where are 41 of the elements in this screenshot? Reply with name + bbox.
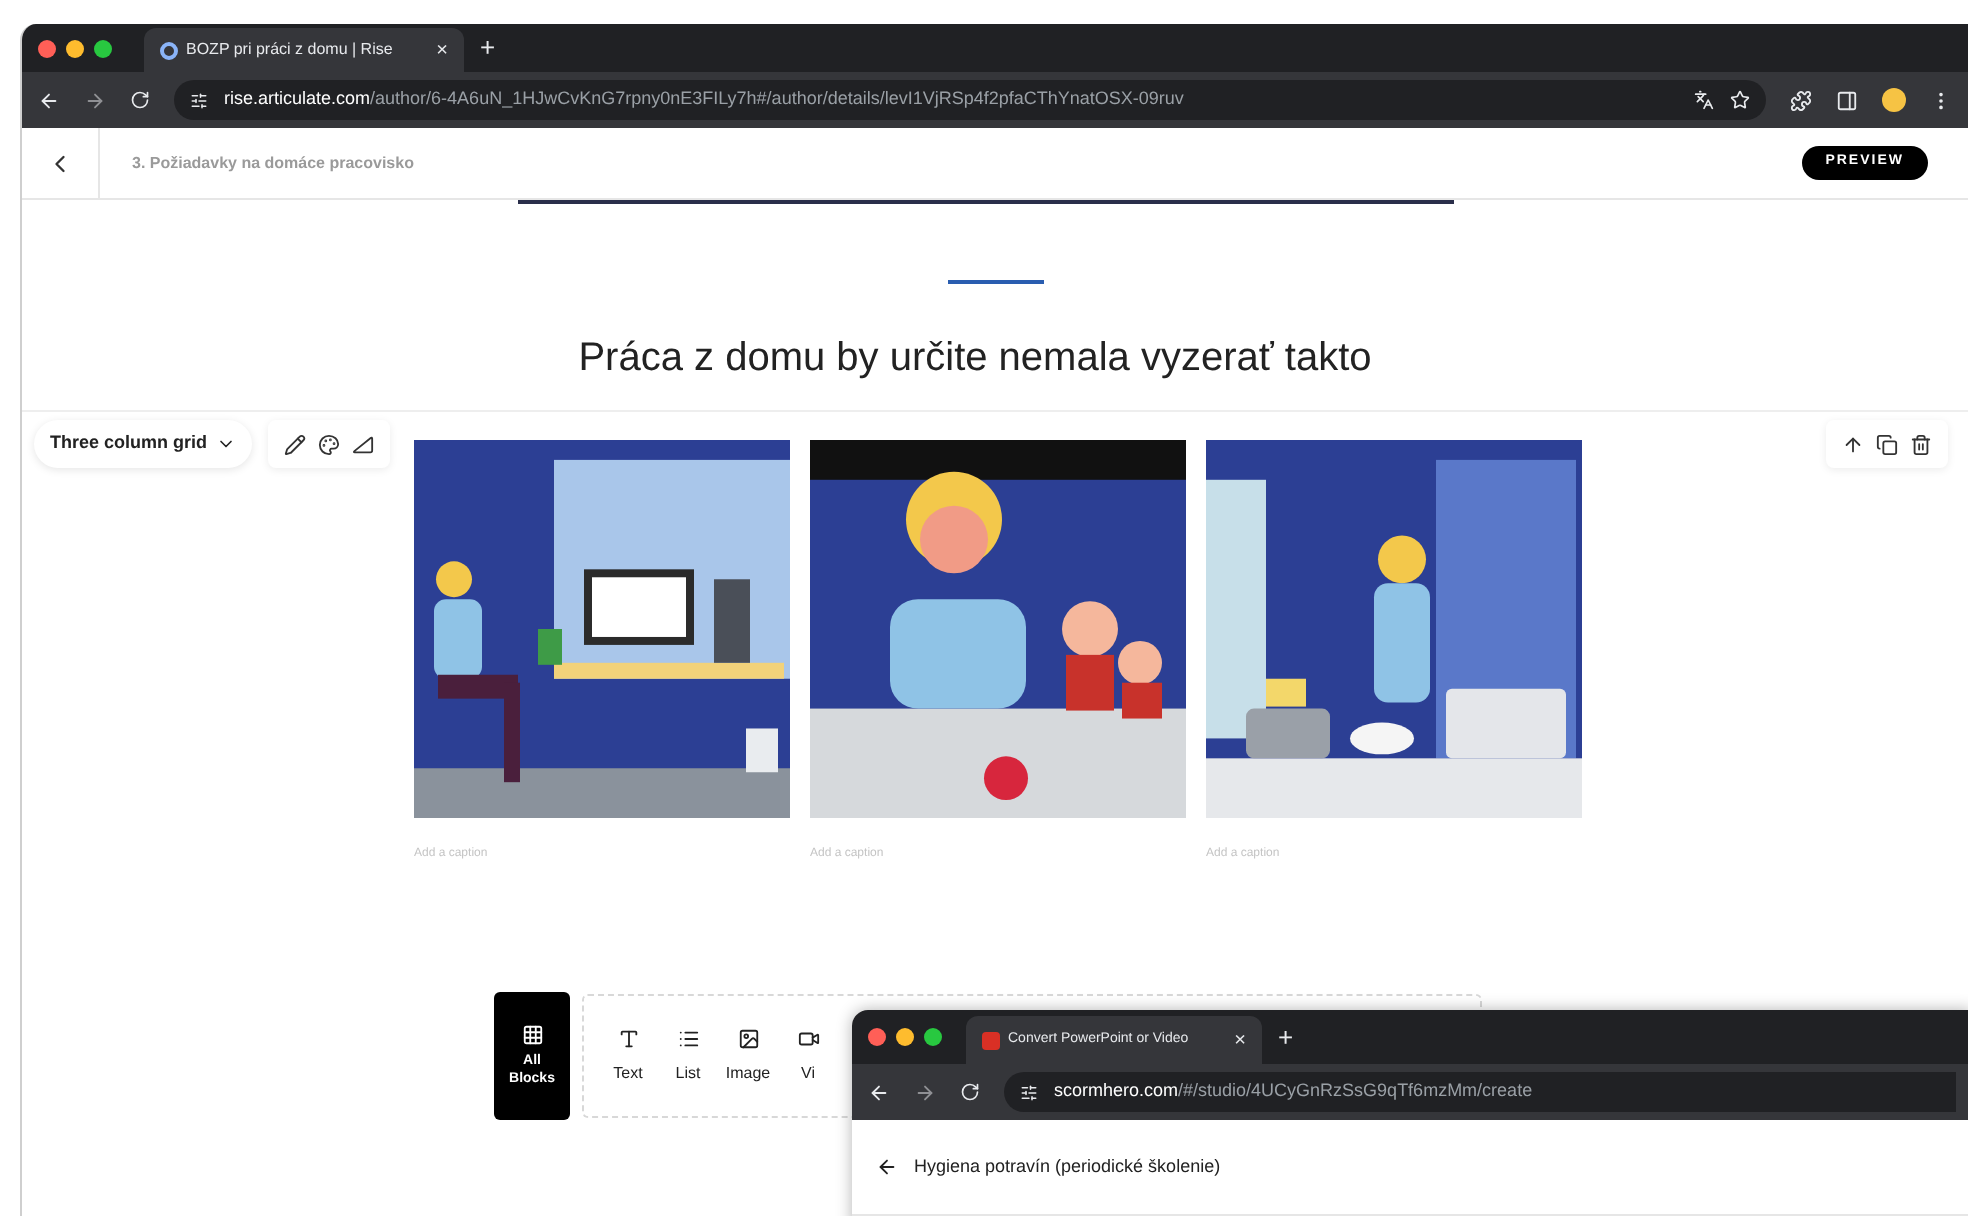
duplicate-icon[interactable] — [1876, 433, 1898, 455]
block-type-icon — [797, 1027, 819, 1049]
url-text: rise.articulate.com/author/6-4A6uN_1HJwCvKnG7rpny0nE3FILy7h#/author/details/levI1VjRSp4f2pfaCThYnatOSX-09ruv — [224, 86, 1184, 113]
side-panel-icon[interactable] — [1836, 89, 1858, 111]
palette-icon[interactable] — [317, 433, 340, 455]
back-icon[interactable] — [38, 89, 60, 111]
block-type-button[interactable]: Image — [724, 1027, 772, 1085]
section-heading: Práca z domu by určite nemala vyzerať takto — [578, 334, 1372, 384]
move-up-icon[interactable] — [1842, 433, 1864, 455]
edit-icon[interactable] — [283, 433, 306, 455]
tab-title: BOZP pri práci z domu | Rise — [186, 38, 395, 62]
block-type-icon — [617, 1027, 639, 1049]
url-text: scormhero.com/#/studio/4UCyGnRzSsG9qTf6mzMm/create — [1054, 1078, 1533, 1105]
site-info-icon — [190, 91, 208, 109]
delete-icon[interactable] — [1910, 433, 1932, 455]
site-logo-icon — [982, 1031, 1000, 1049]
address-bar[interactable]: scormhero.com/#/studio/4UCyGnRzSsG9qTf6mzMm/create — [1004, 1072, 1956, 1112]
grid-icon — [521, 1024, 543, 1047]
address-bar[interactable]: rise.articulate.com/author/6-4A6uN_1HJwCvKnG7rpny0nE3FILy7h#/author/details/levI1VjRSp4f2pfaCThYnatOSX-09ruv — [174, 80, 1766, 120]
back-icon[interactable] — [876, 1156, 898, 1178]
new-tab-button[interactable]: + — [1278, 1017, 1294, 1057]
profile-avatar-icon[interactable] — [1882, 88, 1906, 112]
block-type-button[interactable]: Text — [604, 1027, 652, 1085]
tab-close-button[interactable]: × — [436, 35, 448, 65]
block-type-icon — [737, 1027, 759, 1049]
course-title: Hygiena potravín (periodické školenie) — [914, 1153, 1221, 1180]
new-tab-button[interactable]: + — [480, 28, 496, 68]
reload-icon[interactable] — [960, 1082, 980, 1102]
lesson-title: 3. Požiadavky na domáce pracovisko — [132, 151, 414, 175]
block-type-button[interactable]: List — [664, 1027, 712, 1085]
browser-tab[interactable]: BOZP pri práci z domu | Rise × — [144, 28, 464, 72]
block-style-dropdown[interactable]: Three column grid — [34, 420, 252, 468]
back-icon[interactable] — [868, 1081, 890, 1103]
block-type-button[interactable]: Vi — [784, 1027, 832, 1085]
tab-close-button[interactable]: × — [1234, 1025, 1246, 1055]
site-info-icon — [1020, 1083, 1038, 1101]
globe-icon — [160, 41, 178, 59]
extensions-icon[interactable] — [1790, 89, 1812, 111]
translate-icon[interactable] — [1694, 90, 1714, 110]
bookmark-icon[interactable] — [1730, 90, 1750, 110]
reload-icon[interactable] — [130, 90, 150, 110]
